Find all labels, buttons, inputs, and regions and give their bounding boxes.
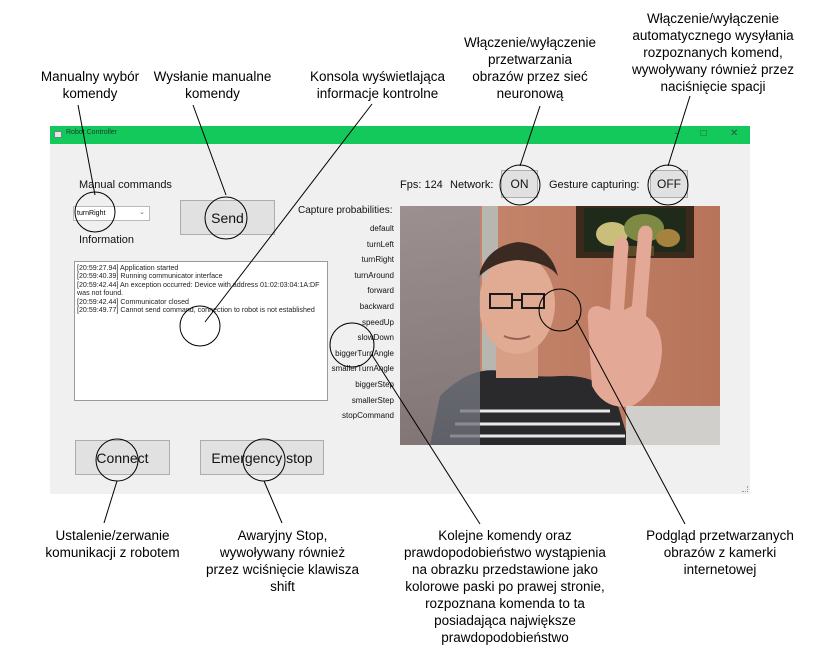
- leader-line: [77, 104, 96, 196]
- leader-line: [575, 319, 686, 525]
- leader-line: [371, 354, 481, 525]
- leader-line: [204, 103, 373, 323]
- callout-circle: [647, 164, 689, 206]
- callout-circle: [204, 196, 248, 240]
- leader-line: [192, 104, 227, 196]
- callout-circle: [179, 305, 221, 347]
- callout-circle: [95, 438, 139, 482]
- callout-circle: [74, 191, 116, 233]
- leader-line: [103, 480, 118, 524]
- leader-line: [667, 95, 691, 167]
- leader-line: [263, 480, 283, 524]
- callout-circle: [329, 322, 375, 368]
- callout-circle: [538, 288, 582, 332]
- callout-circle: [242, 438, 286, 482]
- callout-overlay: [74, 95, 691, 525]
- callout-circle: [499, 164, 541, 206]
- leader-line: [519, 105, 541, 167]
